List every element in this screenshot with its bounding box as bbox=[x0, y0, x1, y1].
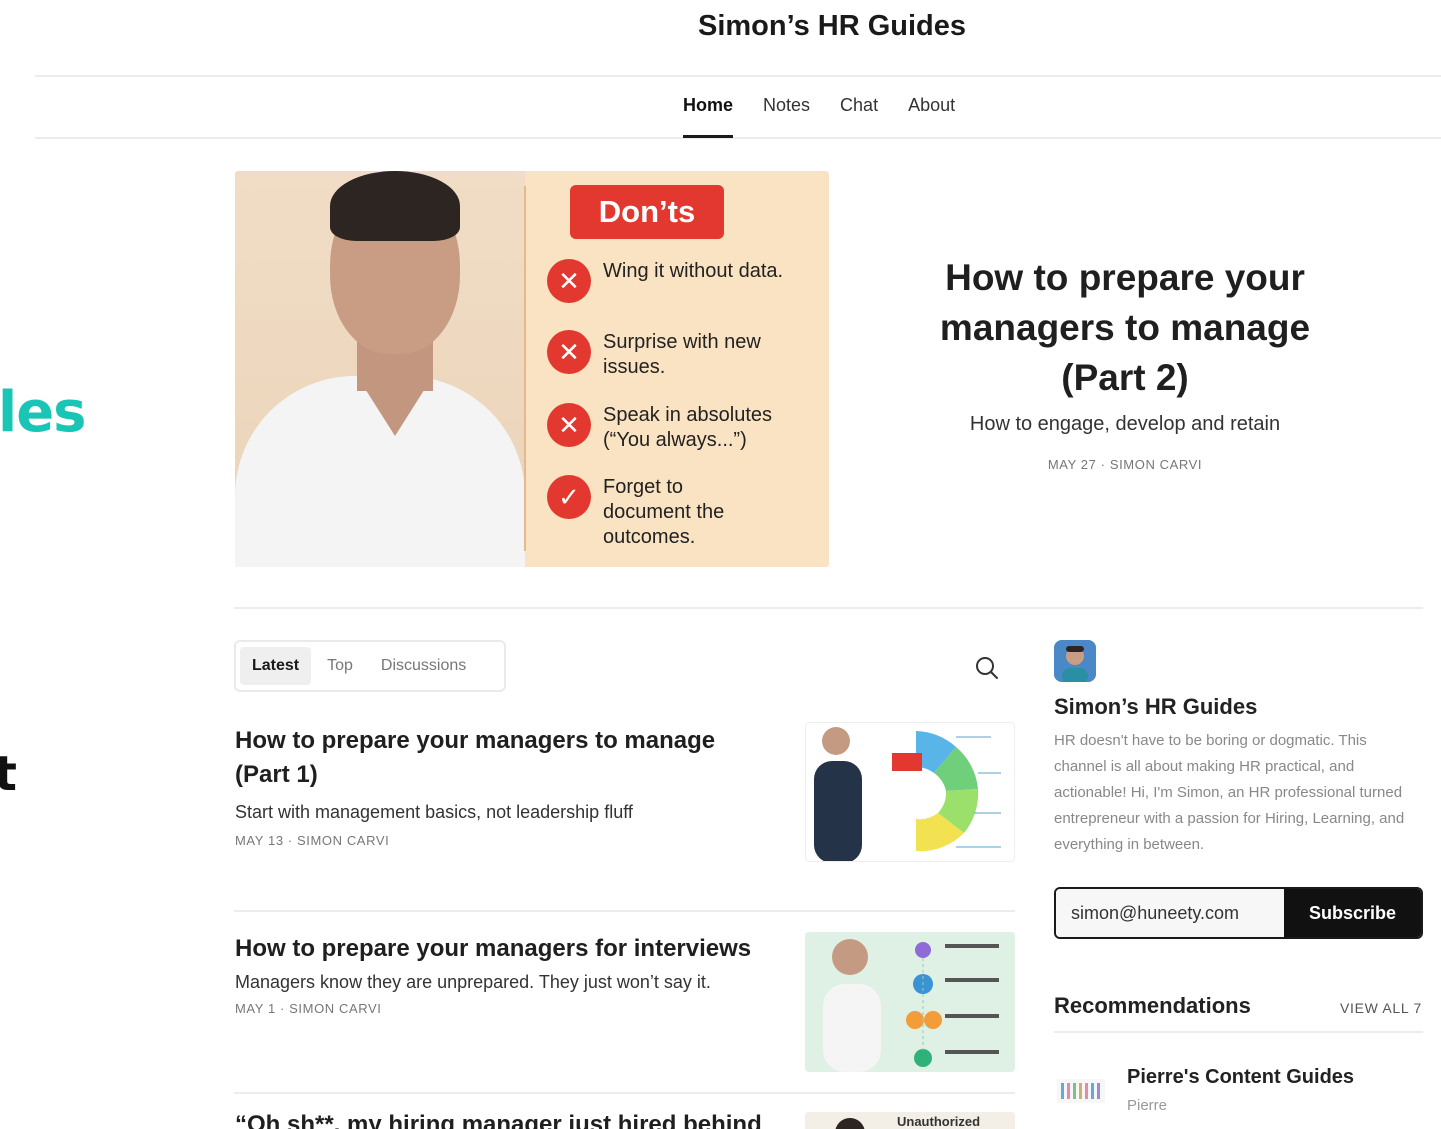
donts-badge: Don’ts bbox=[570, 185, 724, 239]
main-nav: Home Notes Chat About bbox=[683, 95, 955, 138]
x-icon: ✕ bbox=[547, 403, 591, 447]
overlay-text-black: t bbox=[0, 746, 17, 802]
post-item[interactable]: How to prepare your managers to manage (… bbox=[235, 722, 1015, 862]
hero-post-subtitle: How to engage, develop and retain bbox=[969, 413, 1281, 435]
dont-rule: ✕ Speak in absolutes (“You always...”) bbox=[547, 403, 813, 453]
divider bbox=[234, 1092, 1015, 1094]
search-icon[interactable] bbox=[973, 654, 1001, 682]
post-filter-tabs: Latest Top Discussions bbox=[234, 640, 506, 692]
recommendation-icon[interactable] bbox=[1057, 1073, 1105, 1109]
nav-notes[interactable]: Notes bbox=[763, 95, 810, 136]
email-field[interactable] bbox=[1056, 889, 1284, 937]
divider bbox=[1054, 1031, 1423, 1033]
post-thumbnail[interactable] bbox=[805, 932, 1015, 1072]
site-title[interactable]: Simon’s HR Guides bbox=[0, 10, 1441, 43]
nav-home[interactable]: Home bbox=[683, 95, 734, 138]
post-subtitle: Start with management basics, not leader… bbox=[235, 802, 633, 822]
post-title[interactable]: How to prepare your managers to manage (… bbox=[235, 724, 775, 792]
tab-top[interactable]: Top bbox=[315, 647, 365, 685]
subscribe-form: Subscribe bbox=[1054, 887, 1423, 939]
publication-name[interactable]: Simon’s HR Guides bbox=[1054, 694, 1257, 720]
subscribe-button[interactable]: Subscribe bbox=[1284, 889, 1421, 937]
hero-post-meta: MAY 27 · SIMON CARVI bbox=[1047, 457, 1203, 472]
recommendations-heading: Recommendations bbox=[1054, 993, 1251, 1018]
post-item[interactable]: How to prepare your managers for intervi… bbox=[235, 932, 1015, 1072]
tab-discussions[interactable]: Discussions bbox=[369, 647, 478, 685]
recommendation-name[interactable]: Pierre's Content Guides bbox=[1127, 1066, 1354, 1089]
divider bbox=[234, 607, 1423, 609]
post-thumbnail[interactable] bbox=[805, 722, 1015, 862]
hero-image[interactable]: Don’ts ✕ Wing it without data. ✕ Surpris… bbox=[235, 171, 829, 567]
check-icon: ✓ bbox=[547, 475, 591, 519]
recommendation-author: Pierre bbox=[1127, 1097, 1168, 1114]
post-title[interactable]: “Oh sh**, my hiring manager just hired b… bbox=[235, 1108, 795, 1129]
nav-about[interactable]: About bbox=[908, 95, 955, 136]
hero-post-title[interactable]: How to prepare your managers to manage (… bbox=[900, 253, 1350, 403]
post-title[interactable]: How to prepare your managers for intervi… bbox=[235, 932, 795, 966]
tab-latest[interactable]: Latest bbox=[240, 647, 312, 685]
publication-avatar[interactable] bbox=[1054, 640, 1096, 682]
view-all-link[interactable]: VIEW ALL 7 bbox=[1340, 1000, 1422, 1016]
dont-rule: ✓ Forget to document the outcomes. bbox=[547, 475, 753, 550]
post-subtitle: Managers know they are unprepared. They … bbox=[235, 972, 711, 992]
x-icon: ✕ bbox=[547, 330, 591, 374]
author-photo bbox=[235, 171, 525, 567]
post-item[interactable]: “Oh sh**, my hiring manager just hired b… bbox=[235, 1108, 1015, 1129]
x-icon: ✕ bbox=[547, 259, 591, 303]
nav-chat[interactable]: Chat bbox=[840, 95, 878, 136]
overlay-text-teal: les bbox=[0, 380, 87, 445]
publication-description: HR doesn't have to be boring or dogmatic… bbox=[1054, 732, 1405, 853]
dont-rule: ✕ Surprise with new issues. bbox=[547, 330, 813, 380]
post-thumbnail[interactable]: Unauthorized bbox=[805, 1112, 1015, 1129]
dont-rule: ✕ Wing it without data. bbox=[547, 259, 813, 303]
divider bbox=[234, 910, 1015, 912]
